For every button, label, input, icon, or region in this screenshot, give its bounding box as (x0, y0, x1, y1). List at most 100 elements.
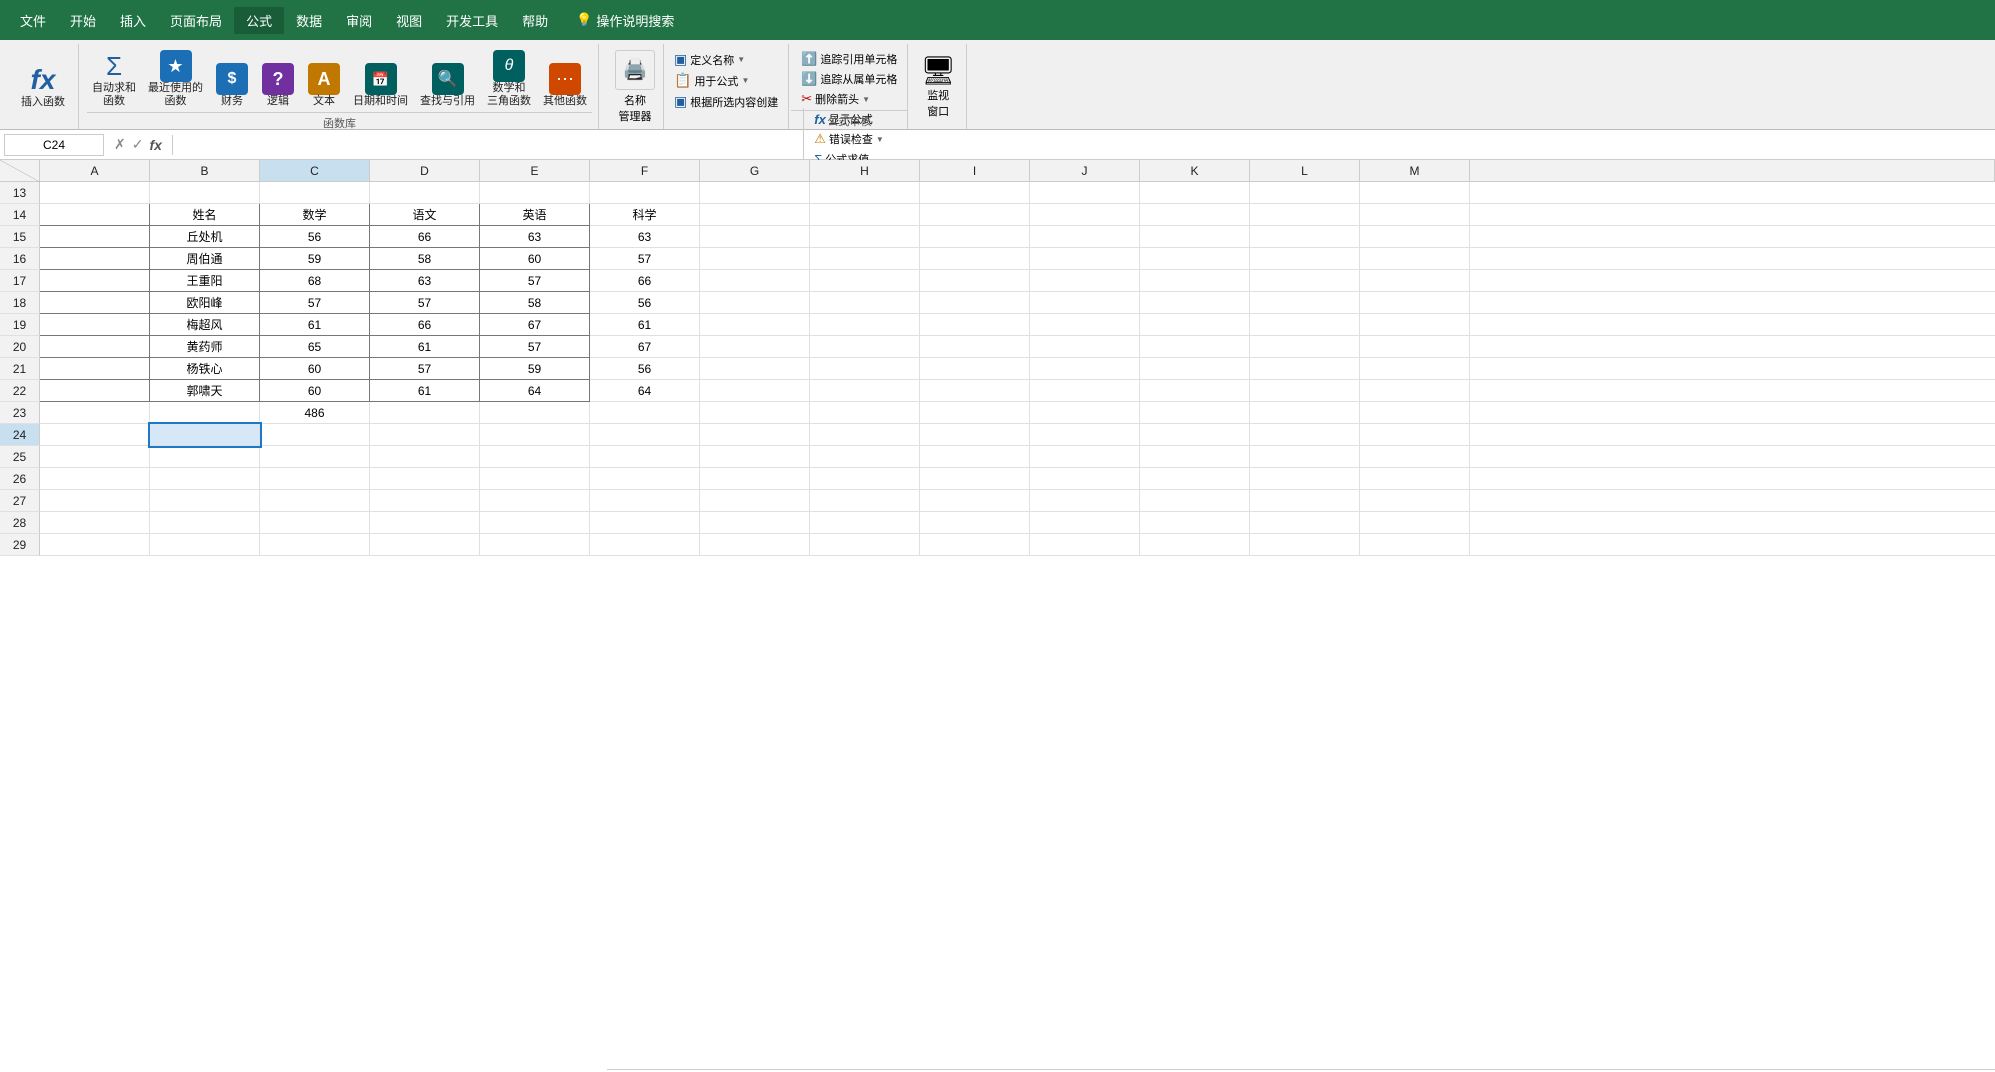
cell[interactable] (920, 336, 1030, 358)
cell[interactable] (1360, 424, 1470, 446)
cell[interactable] (1140, 380, 1250, 402)
row-number[interactable]: 28 (0, 512, 40, 534)
cell[interactable] (370, 512, 480, 534)
cell[interactable] (810, 182, 920, 204)
cell[interactable] (260, 512, 370, 534)
text-button[interactable]: A 文本 (302, 61, 346, 110)
cell[interactable] (810, 534, 920, 556)
row-number[interactable]: 13 (0, 182, 40, 204)
cell[interactable] (700, 204, 810, 226)
cell[interactable] (1250, 292, 1360, 314)
cell[interactable]: 59 (260, 248, 370, 270)
cell[interactable]: 59 (480, 358, 590, 380)
cell[interactable]: 57 (370, 292, 480, 314)
cell[interactable] (480, 182, 590, 204)
cell[interactable] (150, 182, 260, 204)
cell[interactable] (700, 424, 810, 446)
cell[interactable] (1140, 468, 1250, 490)
cell[interactable] (1360, 534, 1470, 556)
datetime-button[interactable]: 📅 日期和时间 (348, 61, 413, 110)
create-from-selection-button[interactable]: ▣ 根据所选内容创建 (670, 92, 782, 111)
cell[interactable] (1250, 270, 1360, 292)
cell[interactable] (1250, 182, 1360, 204)
row-number[interactable]: 15 (0, 226, 40, 248)
cell[interactable] (370, 490, 480, 512)
use-in-formula-button[interactable]: 📋 用于公式 ▼ (670, 71, 782, 90)
cell[interactable] (1030, 490, 1140, 512)
trace-precedents-button[interactable]: ⬆️ 追踪引用单元格 (797, 50, 901, 68)
cell[interactable] (1360, 182, 1470, 204)
cell[interactable] (1030, 204, 1140, 226)
cell[interactable] (370, 424, 480, 446)
cell[interactable]: 66 (370, 314, 480, 336)
cell[interactable] (700, 490, 810, 512)
cell[interactable] (40, 380, 150, 402)
row-number[interactable]: 20 (0, 336, 40, 358)
row-number[interactable]: 16 (0, 248, 40, 270)
cell[interactable]: 63 (370, 270, 480, 292)
cell[interactable] (260, 424, 370, 446)
cell[interactable] (920, 204, 1030, 226)
cell[interactable] (1250, 424, 1360, 446)
cell[interactable] (810, 204, 920, 226)
row-number[interactable]: 27 (0, 490, 40, 512)
cell[interactable] (810, 336, 920, 358)
cell[interactable] (810, 446, 920, 468)
cell[interactable] (260, 446, 370, 468)
cell[interactable] (590, 534, 700, 556)
cell[interactable] (810, 270, 920, 292)
cell[interactable] (1030, 534, 1140, 556)
cell[interactable] (920, 468, 1030, 490)
col-header-D[interactable]: D (370, 160, 480, 182)
cell[interactable]: 英语 (480, 204, 590, 226)
cell[interactable] (150, 490, 260, 512)
cell[interactable] (1030, 380, 1140, 402)
cell[interactable] (1030, 292, 1140, 314)
cell[interactable]: 黄药师 (150, 336, 260, 358)
cell[interactable] (150, 534, 260, 556)
cell[interactable] (700, 270, 810, 292)
cell[interactable] (1140, 182, 1250, 204)
search-label[interactable]: 操作说明搜索 (596, 11, 674, 30)
col-header-E[interactable]: E (480, 160, 590, 182)
cell[interactable]: 66 (590, 270, 700, 292)
cell[interactable] (260, 490, 370, 512)
menu-item-data[interactable]: 数据 (284, 7, 334, 34)
col-header-A[interactable]: A (40, 160, 150, 182)
cell[interactable] (700, 226, 810, 248)
cell[interactable] (40, 468, 150, 490)
cell[interactable] (1250, 204, 1360, 226)
cell[interactable] (1140, 402, 1250, 424)
cell[interactable] (40, 336, 150, 358)
cell[interactable] (1360, 314, 1470, 336)
cell[interactable] (40, 446, 150, 468)
col-header-L[interactable]: L (1250, 160, 1360, 182)
menu-item-view[interactable]: 视图 (384, 7, 434, 34)
cell[interactable] (40, 270, 150, 292)
row-number[interactable]: 26 (0, 468, 40, 490)
cell[interactable] (1030, 424, 1140, 446)
cell[interactable] (1360, 446, 1470, 468)
cell[interactable] (150, 402, 260, 424)
cell[interactable]: 57 (590, 248, 700, 270)
cell[interactable] (1030, 182, 1140, 204)
watch-window-button[interactable]: 🖥 监视窗口 (910, 44, 967, 129)
cell[interactable] (1250, 314, 1360, 336)
cell[interactable]: 64 (480, 380, 590, 402)
cell[interactable] (1250, 446, 1360, 468)
col-header-K[interactable]: K (1140, 160, 1250, 182)
menu-item-home[interactable]: 开始 (58, 7, 108, 34)
cell[interactable] (1250, 402, 1360, 424)
cell[interactable] (1030, 402, 1140, 424)
col-header-F[interactable]: F (590, 160, 700, 182)
cell[interactable] (1360, 270, 1470, 292)
cell[interactable]: 66 (370, 226, 480, 248)
cell[interactable] (920, 226, 1030, 248)
cell[interactable]: 58 (370, 248, 480, 270)
insert-function-button[interactable]: fx 插入函数 (16, 62, 70, 111)
cell[interactable] (1030, 226, 1140, 248)
cell[interactable] (40, 512, 150, 534)
cell[interactable]: 64 (590, 380, 700, 402)
cell[interactable] (40, 292, 150, 314)
cell[interactable]: 61 (370, 380, 480, 402)
